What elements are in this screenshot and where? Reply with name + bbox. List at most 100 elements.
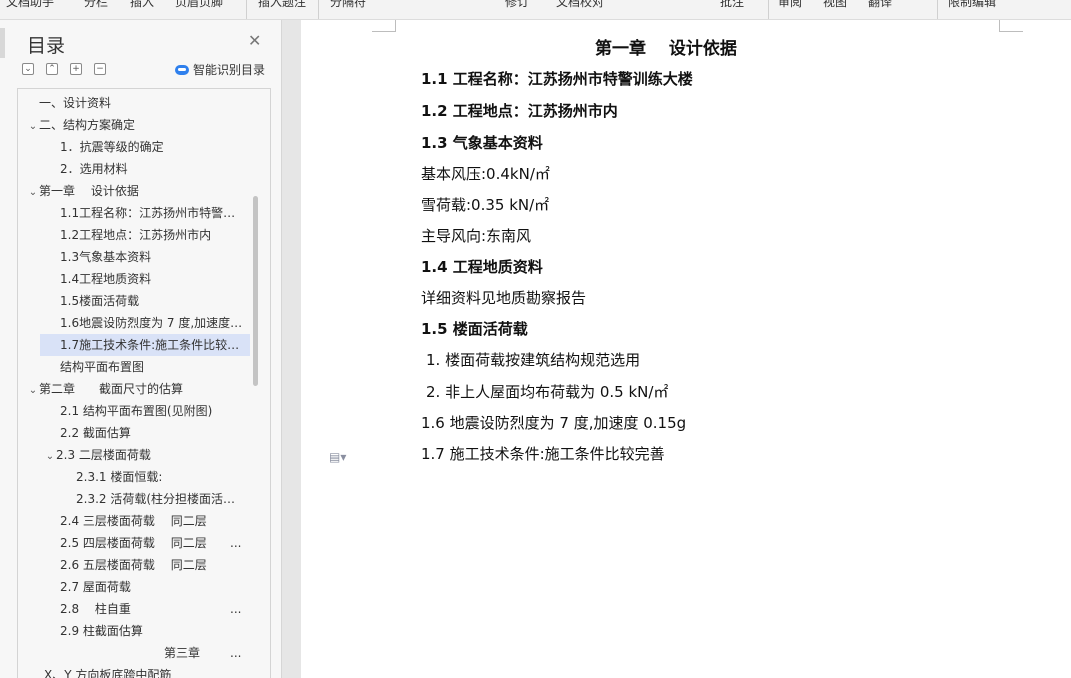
- toc-item[interactable]: 1．抗震等级的确定: [60, 136, 260, 158]
- toc-item-label: 1.1工程名称：江苏扬州市特警训练大楼: [60, 206, 245, 220]
- smart-recognize-label: 智能识别目录: [193, 63, 266, 77]
- toc-item-label: 2.1 结构平面布置图(见附图): [60, 404, 213, 418]
- toc-item[interactable]: 2．选用材料: [60, 158, 260, 180]
- toc-item-label: 2.7 屋面荷载: [60, 580, 131, 594]
- toolbar-item[interactable]: 修订: [505, 0, 529, 10]
- chapter-heading: 第一章 设计依据: [595, 39, 737, 59]
- doc-list-item: 2. 非上人屋面均布荷载为 0.5 kN/㎡: [426, 383, 669, 401]
- toolbar-item[interactable]: 视图: [823, 0, 847, 10]
- toolbar-separator: [318, 0, 319, 19]
- toc-item[interactable]: X、Y 方向板底跨中配筋: [44, 664, 254, 678]
- toolbar-item[interactable]: 翻译: [868, 0, 892, 10]
- remove-heading-icon[interactable]: −: [94, 63, 106, 75]
- toc-item-label: 2.8 柱自重: [60, 602, 131, 616]
- toc-item[interactable]: 一、设计资料: [27, 92, 267, 114]
- chevron-down-icon[interactable]: ⌄: [27, 116, 39, 136]
- toc-item[interactable]: ⌄ 第一章 设计依据: [27, 180, 267, 202]
- smart-recognize-toc-button[interactable]: 智能识别目录: [175, 61, 265, 78]
- toc-item[interactable]: 1.1工程名称：江苏扬州市特警训练大楼: [60, 202, 250, 224]
- toc-item[interactable]: ⌄ 二、结构方案确定: [27, 114, 267, 136]
- toolbar-item[interactable]: 插入题注: [258, 0, 306, 10]
- toc-pane: 目录 ✕ ⌄ ⌃ + − 智能识别目录 一、设计资料 ⌄ 二、结构方案确定 1．抗…: [0, 20, 282, 678]
- toc-item-label: 第一章 设计依据: [39, 184, 139, 198]
- chevron-down-icon[interactable]: ⌄: [44, 446, 56, 466]
- ribbon-toolbar: 文档助手 分栏 插入 页眉页脚 插入题注 分隔符 修订 文档校对 批注 审阅 视…: [0, 0, 1071, 20]
- document-page[interactable]: ▤▾ 第一章 设计依据 1.1 工程名称：江苏扬州市特警训练大楼 1.2 工程地…: [301, 20, 1071, 678]
- toc-item-label: 1.7施工技术条件:施工条件比较完善: [60, 338, 242, 352]
- toc-item[interactable]: 第三章...: [164, 642, 270, 664]
- toc-item-label: 一、设计资料: [39, 96, 112, 110]
- toc-item[interactable]: 2.5 四层楼面荷载 同二层...: [60, 532, 270, 554]
- toc-item[interactable]: 2.1 结构平面布置图(见附图): [60, 400, 250, 422]
- toc-item-label: 2.3.2 活荷载(柱分担楼面活荷载): [76, 492, 238, 506]
- toolbar-separator: [937, 0, 938, 19]
- toc-item[interactable]: 2.4 三层楼面荷载 同二层: [60, 510, 250, 532]
- toc-item-label: 2.6 五层楼面荷载 同二层: [60, 558, 207, 572]
- toc-item[interactable]: ⌄ 2.3 二层楼面荷载: [44, 444, 254, 466]
- toc-item-label: 结构平面布置图: [60, 360, 145, 374]
- toc-item-label: 1.4工程地质资料: [60, 272, 152, 286]
- toolbar-item[interactable]: 分隔符: [330, 0, 366, 10]
- toc-item[interactable]: 1.6地震设防烈度为 7 度,加速度 0.15g: [60, 312, 250, 334]
- toolbar-item[interactable]: 插入: [130, 0, 154, 10]
- toc-item-label: 第二章 截面尺寸的估算: [39, 382, 184, 396]
- toolbar-item[interactable]: 文档助手: [6, 0, 54, 10]
- toc-item-label: 2.3.1 楼面恒载:: [76, 470, 163, 484]
- toc-scrollbar[interactable]: [253, 196, 258, 386]
- toc-item[interactable]: 1.3气象基本资料: [60, 246, 250, 268]
- doc-line: 1.5 楼面活荷载: [421, 320, 528, 338]
- chevron-down-icon[interactable]: ⌄: [27, 380, 39, 400]
- toc-item[interactable]: 结构平面布置图: [60, 356, 250, 378]
- toc-item[interactable]: 2.6 五层楼面荷载 同二层: [60, 554, 250, 576]
- doc-list-item: 1. 楼面荷载按建筑结构规范选用: [426, 351, 641, 369]
- toc-item-label: 1.5楼面活荷载: [60, 294, 140, 308]
- ellipsis-icon: ...: [230, 602, 242, 616]
- doc-line: 雪荷载:0.35 kN/㎡: [421, 196, 550, 214]
- doc-line: 主导风向:东南风: [421, 227, 532, 245]
- doc-line: 1.1 工程名称：江苏扬州市特警训练大楼: [421, 70, 693, 88]
- toolbar-item[interactable]: 分栏: [84, 0, 108, 10]
- toc-item-label: 二、结构方案确定: [39, 118, 136, 132]
- add-heading-icon[interactable]: +: [70, 63, 82, 75]
- pane-title: 目录: [27, 35, 66, 57]
- chevron-down-icon[interactable]: ⌄: [27, 182, 39, 202]
- toc-item-label: 1.6地震设防烈度为 7 度,加速度 0.15g: [60, 316, 245, 330]
- toc-item[interactable]: 2.3.2 活荷载(柱分担楼面活荷载): [76, 488, 248, 510]
- toc-item[interactable]: 2.7 屋面荷载: [60, 576, 250, 598]
- toc-item[interactable]: 2.2 截面估算: [60, 422, 250, 444]
- toc-item-label: 2.3 二层楼面荷载: [56, 448, 151, 462]
- document-canvas: ▤▾ 第一章 设计依据 1.1 工程名称：江苏扬州市特警训练大楼 1.2 工程地…: [283, 20, 1071, 678]
- toolbar-item[interactable]: 批注: [720, 0, 744, 10]
- toc-item-label: 第三章: [164, 646, 201, 660]
- pane-edge-handle[interactable]: [0, 28, 5, 58]
- doc-line: 1.6 地震设防烈度为 7 度,加速度 0.15g: [421, 414, 687, 432]
- paragraph-options-icon[interactable]: ▤▾: [329, 450, 346, 464]
- toc-item-label: 2．选用材料: [60, 162, 128, 176]
- doc-line: 基本风压:0.4kN/㎡: [421, 165, 550, 183]
- toc-item[interactable]: 1.5楼面活荷载: [60, 290, 250, 312]
- toolbar-item[interactable]: 文档校对: [556, 0, 604, 10]
- toc-item[interactable]: 1.4工程地质资料: [60, 268, 250, 290]
- toc-item[interactable]: ⌄ 第二章 截面尺寸的估算: [27, 378, 267, 400]
- doc-line: 1.3 气象基本资料: [421, 134, 543, 152]
- toc-item[interactable]: 2.8 柱自重...: [60, 598, 270, 620]
- toc-item-selected[interactable]: 1.7施工技术条件:施工条件比较完善: [40, 334, 250, 356]
- margin-corner-mark: [999, 20, 1023, 32]
- toc-item-label: X、Y 方向板底跨中配筋: [44, 668, 172, 678]
- cloud-icon: [175, 65, 189, 75]
- toc-item[interactable]: 2.3.1 楼面恒载:: [76, 466, 248, 488]
- collapse-all-icon[interactable]: ⌄: [22, 63, 34, 75]
- toolbar-item[interactable]: 页眉页脚: [175, 0, 223, 10]
- toolbar-item[interactable]: 限制编辑: [948, 0, 996, 10]
- margin-corner-mark: [372, 20, 396, 32]
- toc-item[interactable]: 1.2工程地点：江苏扬州市内: [60, 224, 250, 246]
- expand-up-icon[interactable]: ⌃: [46, 63, 58, 75]
- toc-item-label: 1.3气象基本资料: [60, 250, 152, 264]
- close-icon[interactable]: ✕: [248, 33, 261, 49]
- doc-line: 1.7 施工技术条件:施工条件比较完善: [421, 445, 665, 463]
- toc-item-label: 1.2工程地点：江苏扬州市内: [60, 228, 212, 242]
- toc-item-label: 2.5 四层楼面荷载 同二层: [60, 536, 207, 550]
- toolbar-item[interactable]: 审阅: [778, 0, 802, 10]
- toc-item[interactable]: 2.9 柱截面估算: [60, 620, 250, 642]
- doc-line: 1.2 工程地点：江苏扬州市内: [421, 102, 618, 120]
